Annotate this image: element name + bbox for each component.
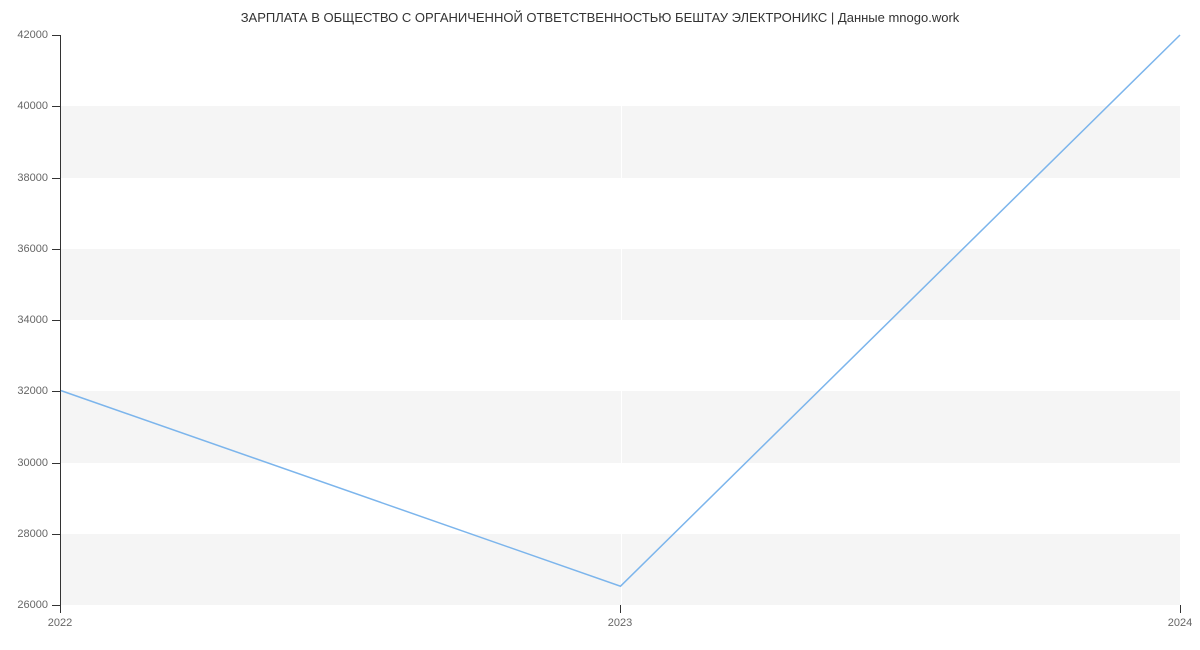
y-axis-label: 36000: [17, 243, 60, 255]
y-axis-label: 38000: [17, 172, 60, 184]
y-axis-label: 28000: [17, 528, 60, 540]
chart-container: 2600028000300003200034000360003800040000…: [60, 35, 1180, 605]
y-axis-label: 32000: [17, 385, 60, 397]
y-axis-label: 42000: [17, 29, 60, 41]
chart-title: ЗАРПЛАТА В ОБЩЕСТВО С ОРГАНИЧЕННОЙ ОТВЕТ…: [0, 0, 1200, 25]
y-axis-label: 30000: [17, 457, 60, 469]
x-axis-label: 2022: [48, 605, 72, 629]
data-line: [61, 35, 1180, 586]
x-axis-label: 2023: [608, 605, 632, 629]
plot-area: [60, 35, 1180, 605]
x-axis-label: 2024: [1168, 605, 1192, 629]
line-chart-svg: [61, 35, 1180, 604]
y-axis-label: 34000: [17, 314, 60, 326]
x-gridline: [1181, 35, 1182, 604]
y-axis-label: 40000: [17, 100, 60, 112]
